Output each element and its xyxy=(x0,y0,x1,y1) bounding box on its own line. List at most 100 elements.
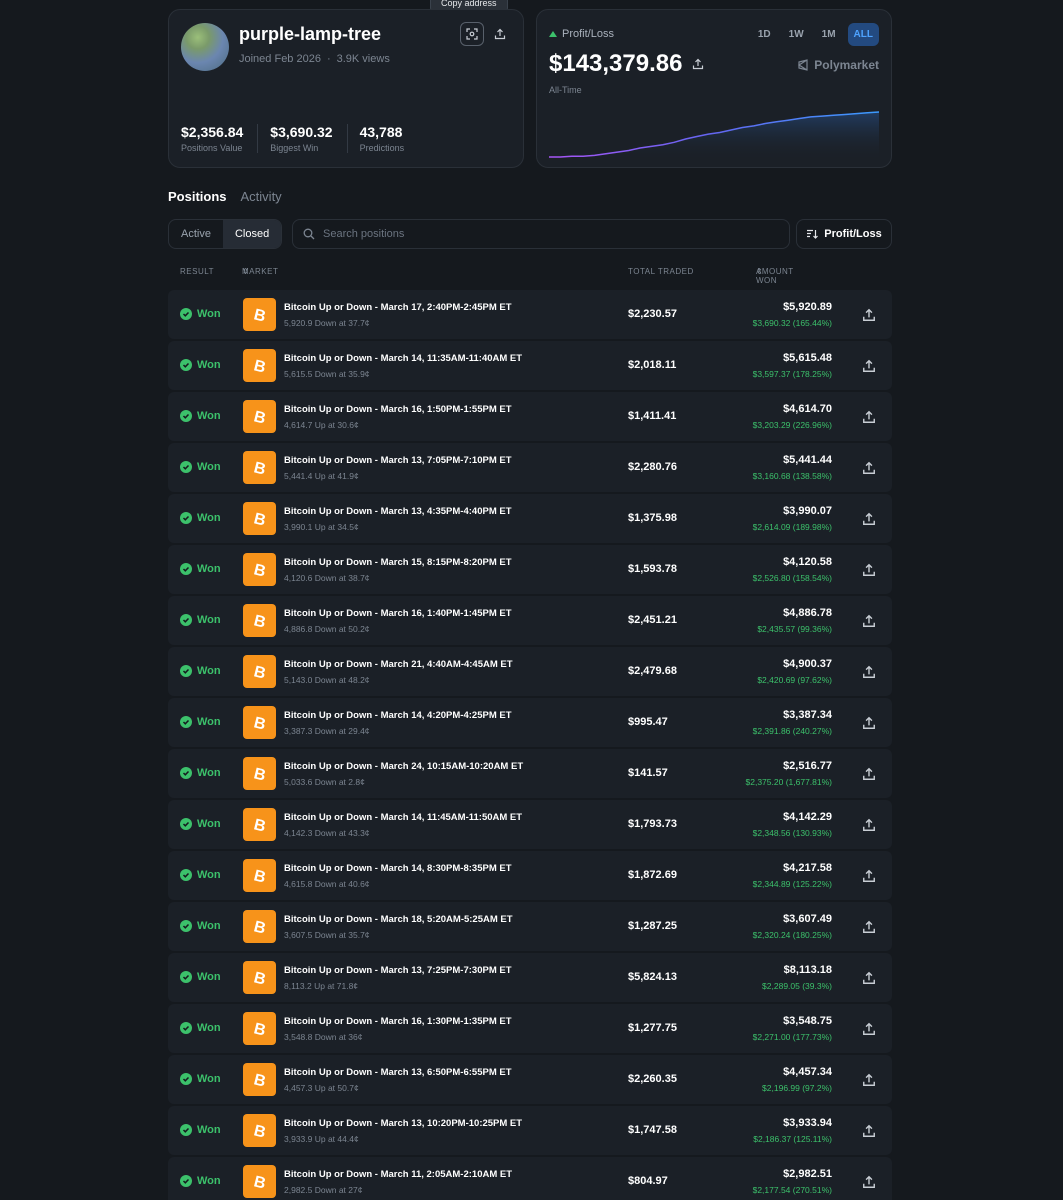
share-icon[interactable] xyxy=(692,58,704,70)
svg-text:B: B xyxy=(252,714,267,732)
market-title[interactable]: Bitcoin Up or Down - March 14, 11:35AM-1… xyxy=(284,353,522,364)
result-label: Won xyxy=(197,1073,221,1085)
amount-won: $5,615.48 xyxy=(783,352,832,364)
market-title[interactable]: Bitcoin Up or Down - March 13, 7:25PM-7:… xyxy=(284,965,512,976)
bitcoin-icon: B xyxy=(243,451,276,484)
check-circle-icon xyxy=(180,869,192,881)
result-badge: Won xyxy=(180,818,221,830)
table-row[interactable]: Won B Bitcoin Up or Down - March 13, 7:0… xyxy=(168,443,892,492)
result-badge: Won xyxy=(180,767,221,779)
share-icon[interactable] xyxy=(862,563,876,577)
range-tab-1m[interactable]: 1M xyxy=(816,23,842,46)
meta-separator: · xyxy=(326,53,331,65)
table-row[interactable]: Won B Bitcoin Up or Down - March 13, 4:3… xyxy=(168,494,892,543)
table-row[interactable]: Won B Bitcoin Up or Down - March 24, 10:… xyxy=(168,749,892,798)
share-icon[interactable] xyxy=(862,767,876,781)
share-icon[interactable] xyxy=(862,665,876,679)
table-row[interactable]: Won B Bitcoin Up or Down - March 14, 4:2… xyxy=(168,698,892,747)
check-circle-icon xyxy=(180,767,192,779)
table-row[interactable]: Won B Bitcoin Up or Down - March 16, 1:4… xyxy=(168,596,892,645)
table-row[interactable]: Won B Bitcoin Up or Down - March 11, 2:0… xyxy=(168,1157,892,1200)
share-icon[interactable] xyxy=(862,359,876,373)
table-header: RESULT MARKET ⇕ TOTAL TRADED AMOUNT WON … xyxy=(168,267,892,285)
share-icon[interactable] xyxy=(862,920,876,934)
share-icon[interactable] xyxy=(862,971,876,985)
table-row[interactable]: Won B Bitcoin Up or Down - March 14, 11:… xyxy=(168,341,892,390)
share-icon[interactable] xyxy=(862,410,876,424)
share-icon[interactable] xyxy=(862,512,876,526)
tab-positions[interactable]: Positions xyxy=(168,189,227,204)
range-tabs: 1D 1W 1M ALL xyxy=(752,23,879,46)
copy-address-button[interactable] xyxy=(460,22,484,46)
toggle-active[interactable]: Active xyxy=(169,220,223,248)
result-badge: Won xyxy=(180,512,221,524)
share-icon[interactable] xyxy=(862,1022,876,1036)
market-title[interactable]: Bitcoin Up or Down - March 14, 8:30PM-8:… xyxy=(284,863,512,874)
market-title[interactable]: Bitcoin Up or Down - March 24, 10:15AM-1… xyxy=(284,761,523,772)
market-title[interactable]: Bitcoin Up or Down - March 17, 2:40PM-2:… xyxy=(284,302,512,313)
profit-gain: $3,597.37 (178.25%) xyxy=(752,369,832,379)
toggle-closed[interactable]: Closed xyxy=(222,220,282,248)
bitcoin-icon: B xyxy=(243,1165,276,1198)
market-title[interactable]: Bitcoin Up or Down - March 13, 7:05PM-7:… xyxy=(284,455,512,466)
total-traded: $2,260.35 xyxy=(628,1073,677,1085)
share-icon[interactable] xyxy=(862,1175,876,1189)
market-title[interactable]: Bitcoin Up or Down - March 16, 1:50PM-1:… xyxy=(284,404,512,415)
table-row[interactable]: Won B Bitcoin Up or Down - March 13, 7:2… xyxy=(168,953,892,1002)
share-icon[interactable] xyxy=(862,818,876,832)
svg-text:B: B xyxy=(252,1020,267,1038)
amount-won: $3,607.49 xyxy=(783,913,832,925)
pnl-area xyxy=(549,112,879,161)
market-title[interactable]: Bitcoin Up or Down - March 13, 4:35PM-4:… xyxy=(284,506,512,517)
table-row[interactable]: Won B Bitcoin Up or Down - March 15, 8:1… xyxy=(168,545,892,594)
share-icon[interactable] xyxy=(862,614,876,628)
table-row[interactable]: Won B Bitcoin Up or Down - March 13, 10:… xyxy=(168,1106,892,1155)
tab-activity[interactable]: Activity xyxy=(241,189,282,204)
market-title[interactable]: Bitcoin Up or Down - March 15, 8:15PM-8:… xyxy=(284,557,512,568)
bitcoin-icon: B xyxy=(243,859,276,892)
market-position: 3,933.9 Up at 44.4¢ xyxy=(284,1134,359,1144)
market-title[interactable]: Bitcoin Up or Down - March 16, 1:40PM-1:… xyxy=(284,608,512,619)
table-row[interactable]: Won B Bitcoin Up or Down - March 21, 4:4… xyxy=(168,647,892,696)
svg-text:B: B xyxy=(252,918,267,936)
header-result: RESULT xyxy=(180,267,214,276)
share-icon[interactable] xyxy=(862,869,876,883)
stat-label: Predictions xyxy=(359,143,405,153)
market-title[interactable]: Bitcoin Up or Down - March 14, 4:20PM-4:… xyxy=(284,710,512,721)
search-input[interactable] xyxy=(323,228,723,240)
share-icon[interactable] xyxy=(862,308,876,322)
main-tabs: Positions Activity xyxy=(168,189,282,204)
market-title[interactable]: Bitcoin Up or Down - March 13, 6:50PM-6:… xyxy=(284,1067,512,1078)
sort-button[interactable]: Profit/Loss xyxy=(796,219,892,249)
stat-label: Positions Value xyxy=(181,143,243,153)
table-row[interactable]: Won B Bitcoin Up or Down - March 17, 2:4… xyxy=(168,290,892,339)
market-title[interactable]: Bitcoin Up or Down - March 11, 2:05AM-2:… xyxy=(284,1169,512,1180)
table-row[interactable]: Won B Bitcoin Up or Down - March 16, 1:5… xyxy=(168,392,892,441)
share-icon[interactable] xyxy=(862,716,876,730)
share-profile-button[interactable] xyxy=(488,22,512,46)
share-icon[interactable] xyxy=(862,1124,876,1138)
market-title[interactable]: Bitcoin Up or Down - March 13, 10:20PM-1… xyxy=(284,1118,522,1129)
range-tab-all[interactable]: ALL xyxy=(847,23,879,46)
share-icon[interactable] xyxy=(862,461,876,475)
check-circle-icon xyxy=(180,308,192,320)
profit-gain: $2,391.86 (240.27%) xyxy=(752,726,832,736)
market-title[interactable]: Bitcoin Up or Down - March 14, 11:45AM-1… xyxy=(284,812,522,823)
total-traded: $804.97 xyxy=(628,1175,668,1187)
market-title[interactable]: Bitcoin Up or Down - March 18, 5:20AM-5:… xyxy=(284,914,513,925)
svg-text:B: B xyxy=(252,408,267,426)
table-row[interactable]: Won B Bitcoin Up or Down - March 13, 6:5… xyxy=(168,1055,892,1104)
result-label: Won xyxy=(197,512,221,524)
svg-text:B: B xyxy=(252,1122,267,1140)
check-circle-icon xyxy=(180,818,192,830)
market-title[interactable]: Bitcoin Up or Down - March 16, 1:30PM-1:… xyxy=(284,1016,512,1027)
view-count: 3.9K views xyxy=(336,53,390,65)
range-tab-1w[interactable]: 1W xyxy=(783,23,810,46)
table-row[interactable]: Won B Bitcoin Up or Down - March 18, 5:2… xyxy=(168,902,892,951)
table-row[interactable]: Won B Bitcoin Up or Down - March 14, 11:… xyxy=(168,800,892,849)
table-row[interactable]: Won B Bitcoin Up or Down - March 14, 8:3… xyxy=(168,851,892,900)
table-row[interactable]: Won B Bitcoin Up or Down - March 16, 1:3… xyxy=(168,1004,892,1053)
share-icon[interactable] xyxy=(862,1073,876,1087)
range-tab-1d[interactable]: 1D xyxy=(752,23,777,46)
market-title[interactable]: Bitcoin Up or Down - March 21, 4:40AM-4:… xyxy=(284,659,513,670)
